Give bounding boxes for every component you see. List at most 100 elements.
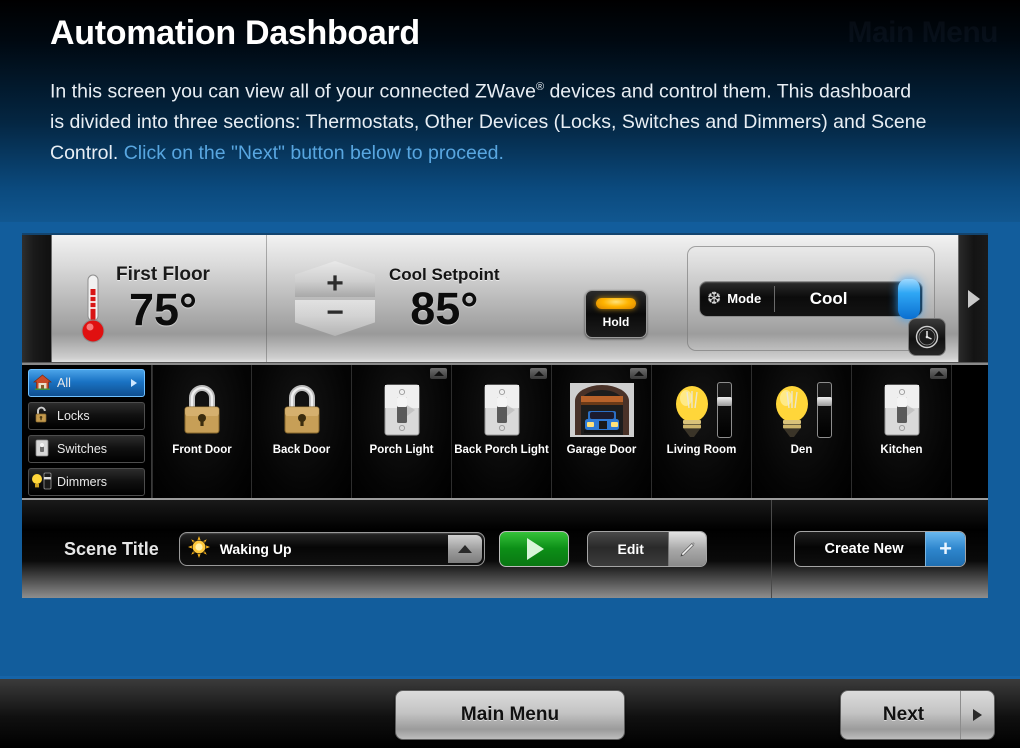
- create-new-scene-button[interactable]: Create New +: [794, 531, 966, 567]
- caret-up-icon: [533, 371, 544, 376]
- thermostat-prev-tab[interactable]: [22, 235, 52, 362]
- garage-door-icon: [569, 381, 634, 439]
- ghost-main-menu-title: Main Menu: [847, 16, 999, 49]
- mode-slider-control[interactable]: ❆ Mode Cool: [699, 278, 923, 319]
- category-item-switches[interactable]: Switches: [28, 435, 145, 463]
- scene-selected-value: Waking Up: [219, 541, 292, 557]
- light-bulb-icon: [771, 381, 832, 439]
- thermometer-icon: [81, 274, 105, 342]
- device-label: Back Porch Light: [454, 444, 549, 456]
- intro-paragraph: In this screen you can view all of your …: [50, 72, 930, 168]
- tile-collapse-badge[interactable]: [930, 368, 947, 379]
- sun-snowflake-icon: ❆: [707, 289, 722, 308]
- setpoint-stepper: + −: [295, 261, 375, 336]
- sun-icon: [187, 536, 210, 562]
- thermostat-current-temp: 75°: [128, 283, 197, 335]
- tile-collapse-badge[interactable]: [630, 368, 647, 379]
- device-tile-garage-door[interactable]: Garage Door: [552, 365, 652, 498]
- device-label: Front Door: [172, 444, 232, 456]
- mode-label: Mode: [727, 291, 762, 306]
- page-title: Automation Dashboard: [50, 14, 420, 52]
- scene-run-button[interactable]: [498, 531, 569, 567]
- minus-icon: −: [326, 296, 344, 329]
- thermostat-zone-name: First Floor: [116, 263, 210, 285]
- device-tile-den[interactable]: Den: [752, 365, 852, 498]
- device-label: Porch Light: [369, 444, 434, 456]
- device-label: Living Room: [666, 444, 737, 456]
- footer-navigation: Main Menu Next: [0, 676, 1020, 748]
- setpoint-decrease-button[interactable]: −: [295, 300, 375, 336]
- schedule-button[interactable]: [908, 318, 946, 356]
- padlock-icon: [179, 381, 225, 439]
- mode-divider: [774, 285, 775, 312]
- category-item-all[interactable]: All: [28, 369, 145, 397]
- slider-thumb[interactable]: [817, 397, 832, 406]
- category-label-locks: Locks: [57, 409, 90, 423]
- category-label-switches: Switches: [57, 442, 108, 456]
- create-new-label: Create New: [824, 541, 904, 557]
- dimmer-slider[interactable]: [717, 382, 732, 438]
- main-menu-button[interactable]: Main Menu: [395, 690, 625, 740]
- plus-icon: +: [326, 267, 344, 300]
- scene-dropdown[interactable]: Waking Up: [178, 532, 485, 566]
- pencil-icon: [667, 532, 706, 566]
- intro-hint-text: Click on the "Next" button below to proc…: [123, 141, 504, 164]
- light-switch-icon: [482, 381, 522, 439]
- device-label: Garage Door: [566, 444, 637, 456]
- bulb-slider-icon: [29, 472, 55, 493]
- device-tile-strip: Front Door Back Door Porch Light Back Po…: [152, 365, 988, 498]
- toggle-switch-icon: [29, 439, 55, 460]
- automation-dashboard-screen: Main Menu Automation Dashboard In this s…: [0, 0, 1020, 748]
- device-tile-back-door[interactable]: Back Door: [252, 365, 352, 498]
- caret-right-icon: [967, 289, 980, 308]
- next-button[interactable]: Next: [840, 690, 995, 740]
- device-tile-kitchen[interactable]: Kitchen: [852, 365, 952, 498]
- intro-text-part1: In this screen you can view all of your …: [50, 80, 536, 103]
- play-icon: [527, 538, 545, 560]
- device-tile-porch-light[interactable]: Porch Light: [352, 365, 452, 498]
- house-icon: [29, 374, 55, 393]
- caret-up-icon: [433, 371, 444, 376]
- device-label: Back Door: [272, 444, 331, 456]
- device-tile-living-room[interactable]: Living Room: [652, 365, 752, 498]
- caret-up-icon: [933, 371, 944, 376]
- setpoint-increase-button[interactable]: +: [295, 261, 375, 297]
- device-tile-front-door[interactable]: Front Door: [152, 365, 252, 498]
- light-switch-icon: [382, 381, 422, 439]
- next-label: Next: [882, 704, 925, 725]
- tile-collapse-badge[interactable]: [430, 368, 447, 379]
- hold-button-label: Hold: [602, 315, 630, 329]
- main-menu-label: Main Menu: [460, 704, 560, 725]
- category-item-dimmers[interactable]: Dimmers: [28, 468, 145, 496]
- scene-edit-button[interactable]: Edit: [586, 531, 707, 567]
- padlock-open-icon: [29, 406, 55, 426]
- caret-right-icon: [973, 709, 982, 721]
- scene-title-label: Scene Title: [64, 538, 159, 559]
- scene-control-right: Create New +: [772, 500, 988, 598]
- clock-icon: [915, 325, 939, 349]
- thermostat-zone-block: First Floor 75°: [52, 235, 267, 362]
- category-label-all: All: [57, 376, 71, 390]
- light-switch-icon: [882, 381, 922, 439]
- caret-right-icon: [131, 379, 137, 387]
- mode-slider-knob[interactable]: [898, 278, 920, 319]
- thermostat-row: First Floor 75° + − Cool Setpoint 85° Ho…: [22, 233, 988, 363]
- dimmer-slider[interactable]: [817, 382, 832, 438]
- thermostat-next-tab[interactable]: [958, 235, 988, 362]
- caret-up-icon: [633, 371, 644, 376]
- tile-collapse-badge[interactable]: [530, 368, 547, 379]
- slider-thumb[interactable]: [717, 397, 732, 406]
- header-region: Main Menu Automation Dashboard In this s…: [0, 0, 1020, 222]
- device-category-list: All Locks Switches Dimmers: [22, 365, 152, 498]
- next-arrow-section: [960, 691, 994, 739]
- scene-dropdown-toggle[interactable]: [447, 535, 482, 563]
- category-item-locks[interactable]: Locks: [28, 402, 145, 430]
- dashboard-panel: First Floor 75° + − Cool Setpoint 85° Ho…: [22, 233, 988, 600]
- plus-icon: +: [925, 532, 965, 566]
- device-tile-back-porch-light[interactable]: Back Porch Light: [452, 365, 552, 498]
- thermostat-controls-block: Hold ❆ Mode Cool: [577, 235, 958, 362]
- mode-control-frame: ❆ Mode Cool: [687, 246, 935, 351]
- hold-button[interactable]: Hold: [585, 289, 647, 338]
- device-label: Den: [790, 444, 813, 456]
- hold-indicator-led: [596, 298, 636, 309]
